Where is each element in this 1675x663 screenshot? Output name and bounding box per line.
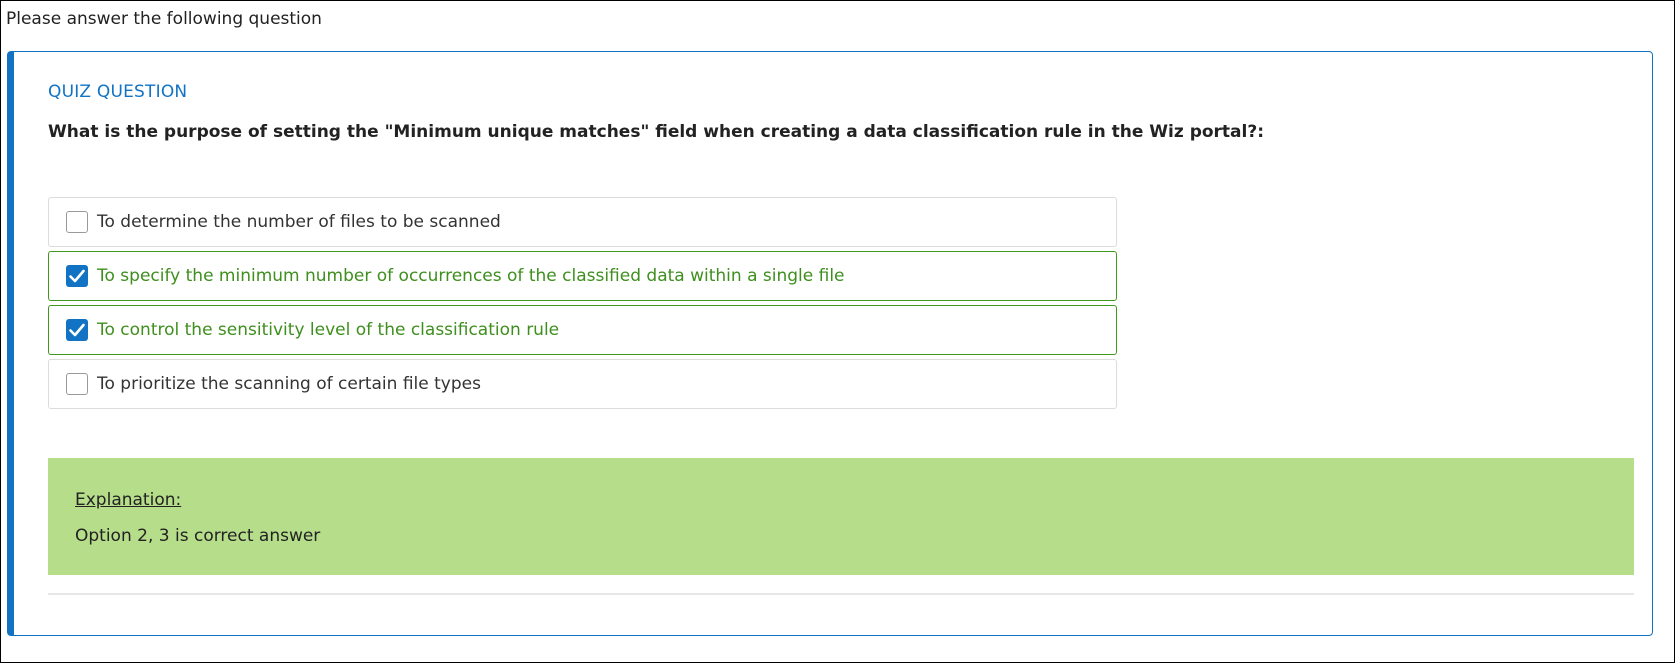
explanation-text: Option 2, 3 is correct answer [75,526,321,546]
check-icon [69,323,85,337]
explanation-box: Explanation: Option 2, 3 is correct answ… [48,458,1634,575]
check-icon [69,269,85,283]
option-1[interactable]: To determine the number of files to be s… [48,197,1117,247]
page-frame: Please answer the following question QUI… [0,0,1675,663]
option-2-checkbox[interactable] [66,265,88,287]
option-3[interactable]: To control the sensitivity level of the … [48,305,1117,355]
option-4[interactable]: To prioritize the scanning of certain fi… [48,359,1117,409]
prompt-text: Please answer the following question [6,9,322,29]
quiz-label: QUIZ QUESTION [48,82,188,102]
explanation-title: Explanation: [75,490,182,510]
option-3-label: To control the sensitivity level of the … [97,320,560,340]
option-2-label: To specify the minimum number of occurre… [97,266,845,286]
divider [48,593,1634,595]
question-text: What is the purpose of setting the "Mini… [48,122,1265,142]
option-1-checkbox[interactable] [66,211,88,233]
option-2[interactable]: To specify the minimum number of occurre… [48,251,1117,301]
option-4-checkbox[interactable] [66,373,88,395]
option-1-label: To determine the number of files to be s… [97,212,501,232]
option-4-label: To prioritize the scanning of certain fi… [97,374,481,394]
quiz-card: QUIZ QUESTION What is the purpose of set… [7,51,1653,636]
option-3-checkbox[interactable] [66,319,88,341]
